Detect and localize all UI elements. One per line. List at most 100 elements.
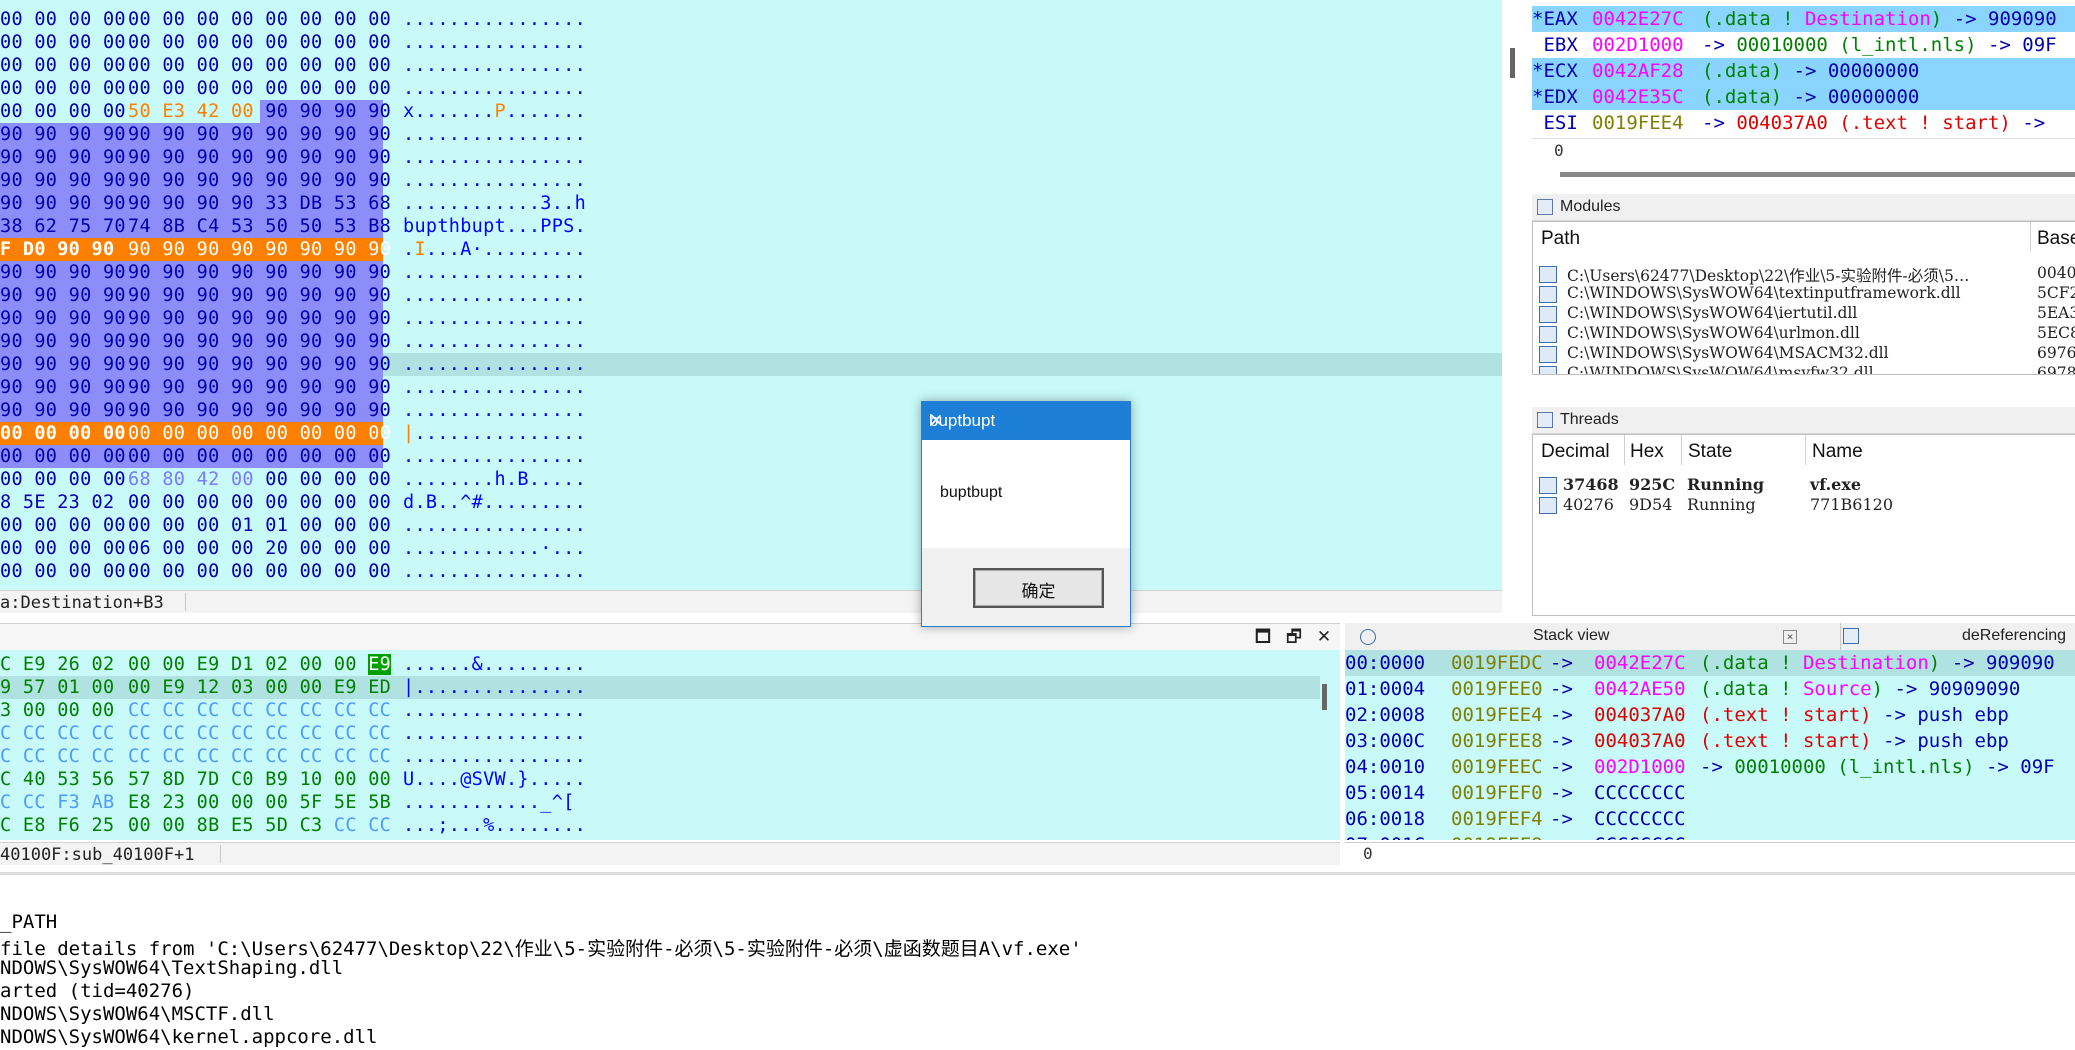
register-row[interactable]: EBX 002D1000 -> 00010000 (l_intl.nls) -> 0… [1532, 32, 2075, 58]
hex-row[interactable]: 3 00 00 00 CC CC CC CC CC CC CC CC.......… [0, 699, 1320, 722]
module-row[interactable]: C:\WINDOWS\SysWOW64\MSACM32.dll 69760 [1537, 344, 2075, 364]
hex-dump-2-view[interactable]: C E9 26 02 00 00 E9 D1 02 00 00 E9 ......&… [0, 650, 1340, 840]
close-icon[interactable]: ✕ [1313, 627, 1335, 647]
hex-row[interactable]: 90 90 90 90 90 90 90 90 90 90 90 90......… [0, 123, 1502, 146]
registers-horizontal-scrollbar[interactable] [1560, 172, 2075, 177]
stack-row[interactable]: 05:0014 0019FEF0 -> CCCCCCCC [1345, 780, 2075, 806]
module-row[interactable]: C:\WINDOWS\SysWOW64\msvfw32.dll 69780 [1537, 364, 2075, 374]
hex-row[interactable]: 90 90 90 90 90 90 90 90 90 90 90 90......… [0, 376, 1502, 399]
threads-col-state[interactable]: State [1688, 441, 1732, 463]
module-row[interactable]: C:\WINDOWS\SysWOW64\iertutil.dll 5EA30 [1537, 304, 2075, 324]
threads-col-hex[interactable]: Hex [1630, 441, 1664, 463]
hex-bytes-2: 90 90 90 90 90 90 90 90 [128, 170, 392, 191]
registers-panel[interactable]: *EAX 0042E27C (.data ! Destination) -> 909… [1532, 6, 2075, 138]
stack-row[interactable]: 00:0000 0019FEDC -> 0042E27C (.data ! Destin… [1345, 650, 2075, 676]
hex-row[interactable]: 90 90 90 90 90 90 90 90 90 90 90 90......… [0, 399, 1502, 422]
hex-row[interactable]: C CC CC CC CC CC CC CC CC CC CC CC.......… [0, 722, 1320, 745]
hex-row[interactable]: 00 00 00 00 00 00 00 00 00 00 00 00......… [0, 445, 1502, 468]
dialog-message: buptbupt [940, 484, 1003, 501]
hex-row[interactable]: 9 57 01 00 00 E9 12 03 00 00 E9 ED |......… [0, 676, 1320, 699]
hex-row[interactable]: C CC F3 AB E8 23 00 00 00 5F 5E 5B.......… [0, 791, 1320, 814]
register-name: *EAX [1532, 8, 1578, 30]
hex-ascii: ................ [403, 9, 587, 30]
hex-bytes-1: 00 00 00 00 [0, 9, 126, 30]
hex-row[interactable]: 90 90 90 90 90 90 90 90 90 90 90 90......… [0, 284, 1502, 307]
hex-bytes-2: 00 00 00 00 00 00 00 00 [128, 492, 392, 513]
hex-ascii: ................ [403, 78, 587, 99]
hex-row[interactable]: C 40 53 56 57 8D 7D C0 B9 10 00 00 U....@S… [0, 768, 1320, 791]
hex-row[interactable]: 90 90 90 90 90 90 90 90 90 90 90 90......… [0, 146, 1502, 169]
hex-row[interactable]: 00 00 00 00 00 00 00 00 00 00 00 00......… [0, 8, 1502, 31]
module-row[interactable]: C:\WINDOWS\SysWOW64\urlmon.dll 5EC80 [1537, 324, 2075, 344]
hex-ascii: ......&......... [403, 654, 587, 675]
hex-row[interactable]: C E9 26 02 00 00 E9 D1 02 00 00 E9 ......&… [0, 653, 1320, 676]
stack-footer-value: 0 [1363, 844, 1373, 863]
stack-row[interactable]: 02:0008 0019FEE4 -> 004037A0 (.text ! start)… [1345, 702, 2075, 728]
restore-icon[interactable]: 🗗 [1283, 627, 1305, 647]
modules-col-base[interactable]: Base [2037, 228, 2075, 250]
stack-row[interactable]: 04:0010 0019FEEC -> 002D1000 -> 00010000 (l_… [1345, 754, 2075, 780]
register-row[interactable]: ESI 0019FEE4 -> 004037A0 (.text ! start) -… [1532, 110, 2075, 136]
dialog-title-bar[interactable]: buptbupt ✕ [922, 402, 1130, 440]
modules-list[interactable]: Path Base C:\Users\62477\Desktop\22\作业\5… [1532, 221, 2075, 375]
hex-row[interactable]: 00 00 00 00 00 00 00 00 00 00 00 00......… [0, 77, 1502, 100]
hex-row[interactable]: 90 90 90 90 90 90 90 90 90 90 90 90......… [0, 169, 1502, 192]
hex-row[interactable]: 90 90 90 90 90 90 90 90 90 90 90 90......… [0, 330, 1502, 353]
hex-row[interactable]: 90 90 90 90 90 90 90 90 90 90 90 90......… [0, 307, 1502, 330]
hex-row[interactable]: C E8 F6 25 00 00 8B E5 5D C3 CC CC...;...… [0, 814, 1320, 837]
hex-row[interactable]: 90 90 90 90 90 90 90 90 90 90 90 90......… [0, 353, 1502, 376]
hex-dump-view[interactable]: 00 00 00 00 00 00 00 00 00 00 00 00......… [0, 0, 1502, 590]
hex-bytes-2: 00 00 00 00 00 00 00 00 [128, 446, 392, 467]
hex-row[interactable]: 38 62 75 70 74 8B C4 53 50 50 53 B8 bupthb… [0, 215, 1502, 238]
hex-row[interactable]: 00 00 00 00 00 00 00 00 00 00 00 00......… [0, 31, 1502, 54]
stack-arrow: -> [1550, 678, 1573, 700]
close-tab-icon[interactable]: × [1783, 630, 1797, 644]
hex-bytes-2: 90 90 90 90 90 90 90 90 [128, 124, 392, 145]
register-row[interactable]: *ECX 0042AF28 (.data) -> 00000000 [1532, 58, 2075, 84]
stack-row[interactable]: 07:001C 0019FEF8 -> CCCCCCCC [1345, 832, 2075, 840]
hex-bytes-1: 00 00 00 00 [0, 78, 126, 99]
log-splitter[interactable] [0, 872, 2075, 875]
hex-bytes-1: 90 90 90 90 [0, 124, 126, 145]
hex-row[interactable]: 90 90 90 90 90 90 90 90 33 DB 53 68......… [0, 192, 1502, 215]
modules-col-path[interactable]: Path [1541, 228, 1580, 250]
hex-dump-2-scrollbar[interactable] [1322, 684, 1327, 710]
hex-row[interactable]: 00 00 00 00 68 80 42 00 00 00 00 00......… [0, 468, 1502, 491]
thread-row[interactable]: 40276 9D54 Running 771B6120 [1537, 495, 2075, 516]
hex-row[interactable]: 00 00 00 00 50 E3 42 00 90 90 90 90 x.....… [0, 100, 1502, 123]
hex-ascii: x.......P....... [403, 101, 587, 122]
tab-dereferencing[interactable]: deReferencing [1962, 627, 2066, 645]
stack-row[interactable]: 03:000C 0019FEE8 -> 004037A0 (.text ! start)… [1345, 728, 2075, 754]
hex-row[interactable]: 00 00 00 00 00 00 00 00 00 00 00 00 |.....… [0, 422, 1502, 445]
tab-stack-view[interactable]: Stack view [1533, 627, 1609, 645]
module-row[interactable]: C:\Users\62477\Desktop\22\作业\5-实验附件-必须\5… [1537, 264, 2075, 285]
hex-row[interactable]: F D0 90 90 90 90 90 90 90 90 90 90 .I...A·… [0, 238, 1502, 261]
maximize-icon[interactable]: 🗖 [1252, 627, 1274, 647]
hex-bytes-2: 90 90 90 90 90 90 90 90 [128, 377, 392, 398]
stack-row[interactable]: 06:0018 0019FEF4 -> CCCCCCCC [1345, 806, 2075, 832]
register-row[interactable]: *EAX 0042E27C (.data ! Destination) -> 909… [1532, 6, 2075, 32]
hex-row[interactable]: 00 00 00 00 00 00 00 00 00 00 00 00......… [0, 560, 1502, 583]
hex-row[interactable]: 00 00 00 00 00 00 00 00 00 00 00 00......… [0, 54, 1502, 77]
hex-row[interactable]: C CC CC CC CC CC CC CC CC CC CC CC.......… [0, 745, 1320, 768]
dialog-close-icon[interactable]: ✕ [929, 411, 1120, 431]
hex-row[interactable]: 8 5E 23 02 00 00 00 00 00 00 00 00 d.B..^#… [0, 491, 1502, 514]
thread-row[interactable]: 37468 925C Running vf.exe [1537, 475, 2075, 496]
register-row[interactable]: *EDX 0042E35C (.data) -> 00000000 [1532, 84, 2075, 110]
hex-row[interactable]: 00 00 00 00 06 00 00 00 20 00 00 00......… [0, 537, 1502, 560]
stack-row[interactable]: 01:0004 0019FEE0 -> 0042AE50 (.data ! Source… [1345, 676, 2075, 702]
module-row[interactable]: C:\WINDOWS\SysWOW64\textinputframework.d… [1537, 284, 2075, 304]
registers-scrollbar[interactable] [1510, 48, 1515, 78]
ok-button[interactable]: 确定 [973, 568, 1104, 608]
hex-ascii: ................ [403, 515, 587, 536]
stack-view[interactable]: 00:0000 0019FEDC -> 0042E27C (.data ! Destin… [1345, 650, 2075, 840]
threads-col-name[interactable]: Name [1812, 441, 1863, 463]
hex-row[interactable]: 90 90 90 90 90 90 90 90 90 90 90 90......… [0, 261, 1502, 284]
log-output[interactable]: _PATH file details from 'C:\Users\62477\D… [0, 905, 2075, 1050]
threads-list[interactable]: Decimal Hex State Name 37468 925C Running v… [1532, 434, 2075, 616]
threads-col-decimal[interactable]: Decimal [1541, 441, 1610, 463]
module-path: C:\WINDOWS\SysWOW64\MSACM32.dll [1567, 344, 1889, 362]
hex-bytes-2: 00 00 00 00 00 00 00 00 [128, 32, 392, 53]
hex-row[interactable]: 00 00 00 00 00 00 00 01 01 00 00 00......… [0, 514, 1502, 537]
hex-ascii: ................ [403, 746, 587, 767]
